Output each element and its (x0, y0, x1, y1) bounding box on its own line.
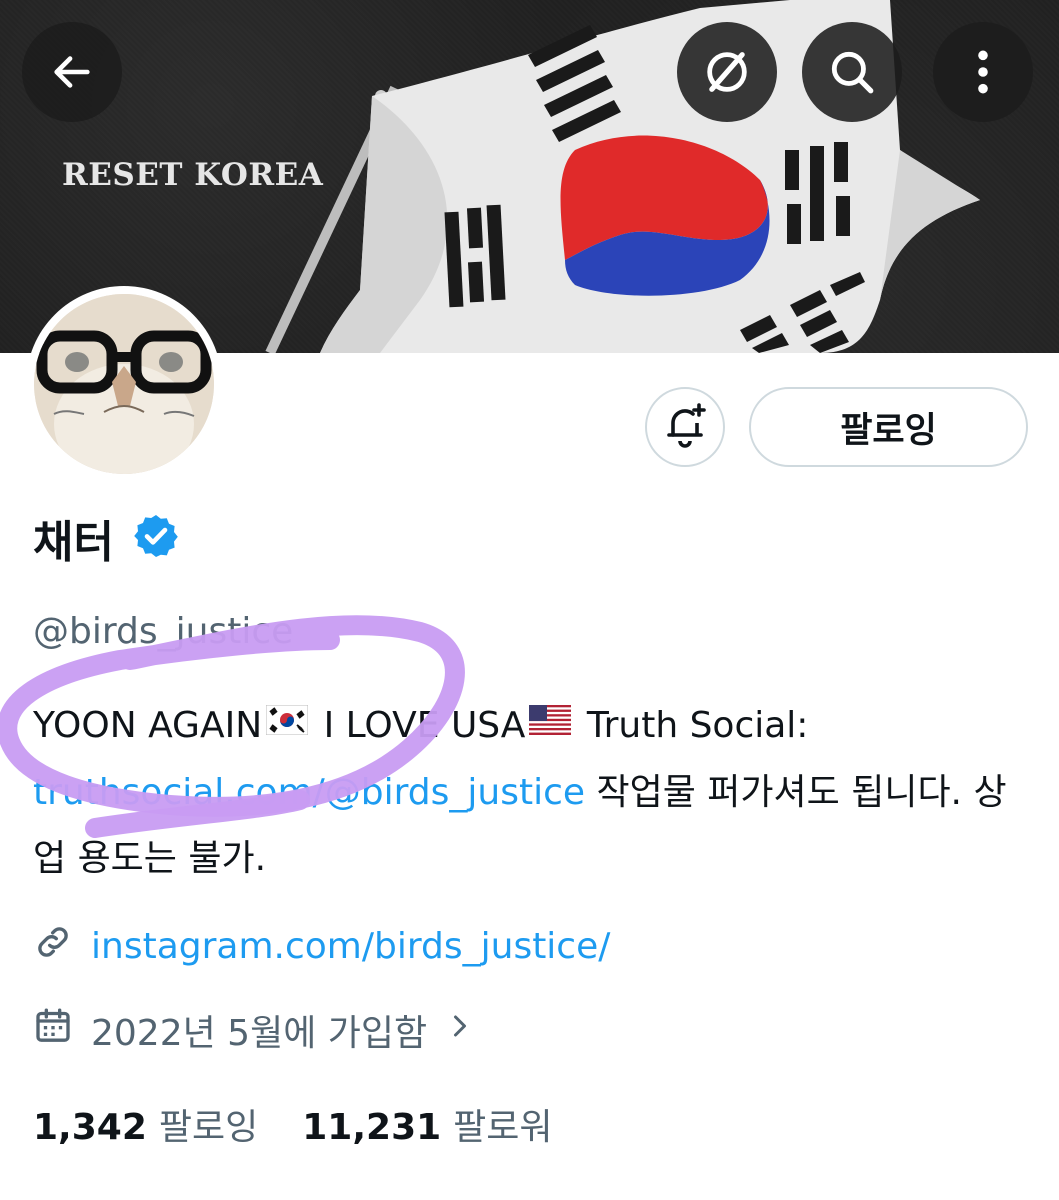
join-date-row[interactable]: 2022년 5월에 가입함 (33, 1004, 475, 1056)
more-vertical-icon (963, 47, 1003, 97)
avatar-image (34, 294, 214, 474)
bio-text-2: I LOVE USA (312, 705, 526, 746)
banner-caption: RESET KOREA (62, 157, 324, 193)
calendar-icon (33, 1006, 73, 1055)
bell-plus-icon (661, 401, 709, 453)
followers-count: 11,231 (302, 1107, 442, 1148)
usa-flag-icon (529, 691, 572, 757)
truth-social-link[interactable]: truthsocial.com/@birds_justice (33, 772, 585, 813)
search-button[interactable] (802, 22, 902, 122)
followers-label: 팔로워 (453, 1107, 553, 1148)
more-options-button[interactable] (933, 22, 1033, 122)
display-name-row: 채터 (33, 508, 180, 568)
join-date-text: 2022년 5월에 가입함 (91, 1013, 428, 1054)
back-button[interactable] (22, 22, 122, 122)
website-row: instagram.com/birds_justice/ (33, 922, 610, 971)
following-stat[interactable]: 1,342 팔로잉 (33, 1098, 258, 1150)
bio-text-1: YOON AGAIN (33, 705, 263, 746)
profile-bio: YOON AGAIN I LOVE USA Truth Social: trut… (33, 693, 1033, 892)
slash-circle-icon (701, 46, 753, 98)
avatar[interactable] (26, 286, 222, 482)
south-korea-flag-icon (265, 691, 309, 757)
following-button[interactable]: 팔로잉 (749, 387, 1028, 467)
grok-button[interactable] (677, 22, 777, 122)
display-name: 채터 (33, 517, 114, 568)
followers-stat[interactable]: 11,231 팔로워 (302, 1098, 552, 1150)
follow-stats: 1,342 팔로잉 11,231 팔로워 (33, 1098, 553, 1150)
search-icon (827, 47, 877, 97)
following-label: 팔로잉 (158, 1107, 259, 1148)
notifications-button[interactable] (645, 387, 725, 467)
bio-text-3: Truth Social: (575, 705, 809, 746)
link-icon (33, 922, 73, 971)
chevron-right-icon (445, 1008, 475, 1053)
arrow-left-icon (49, 49, 95, 95)
website-link[interactable]: instagram.com/birds_justice/ (91, 926, 610, 967)
verified-badge-icon[interactable] (132, 512, 180, 564)
username-handle: @birds_justice (33, 611, 294, 652)
following-count: 1,342 (33, 1107, 147, 1148)
